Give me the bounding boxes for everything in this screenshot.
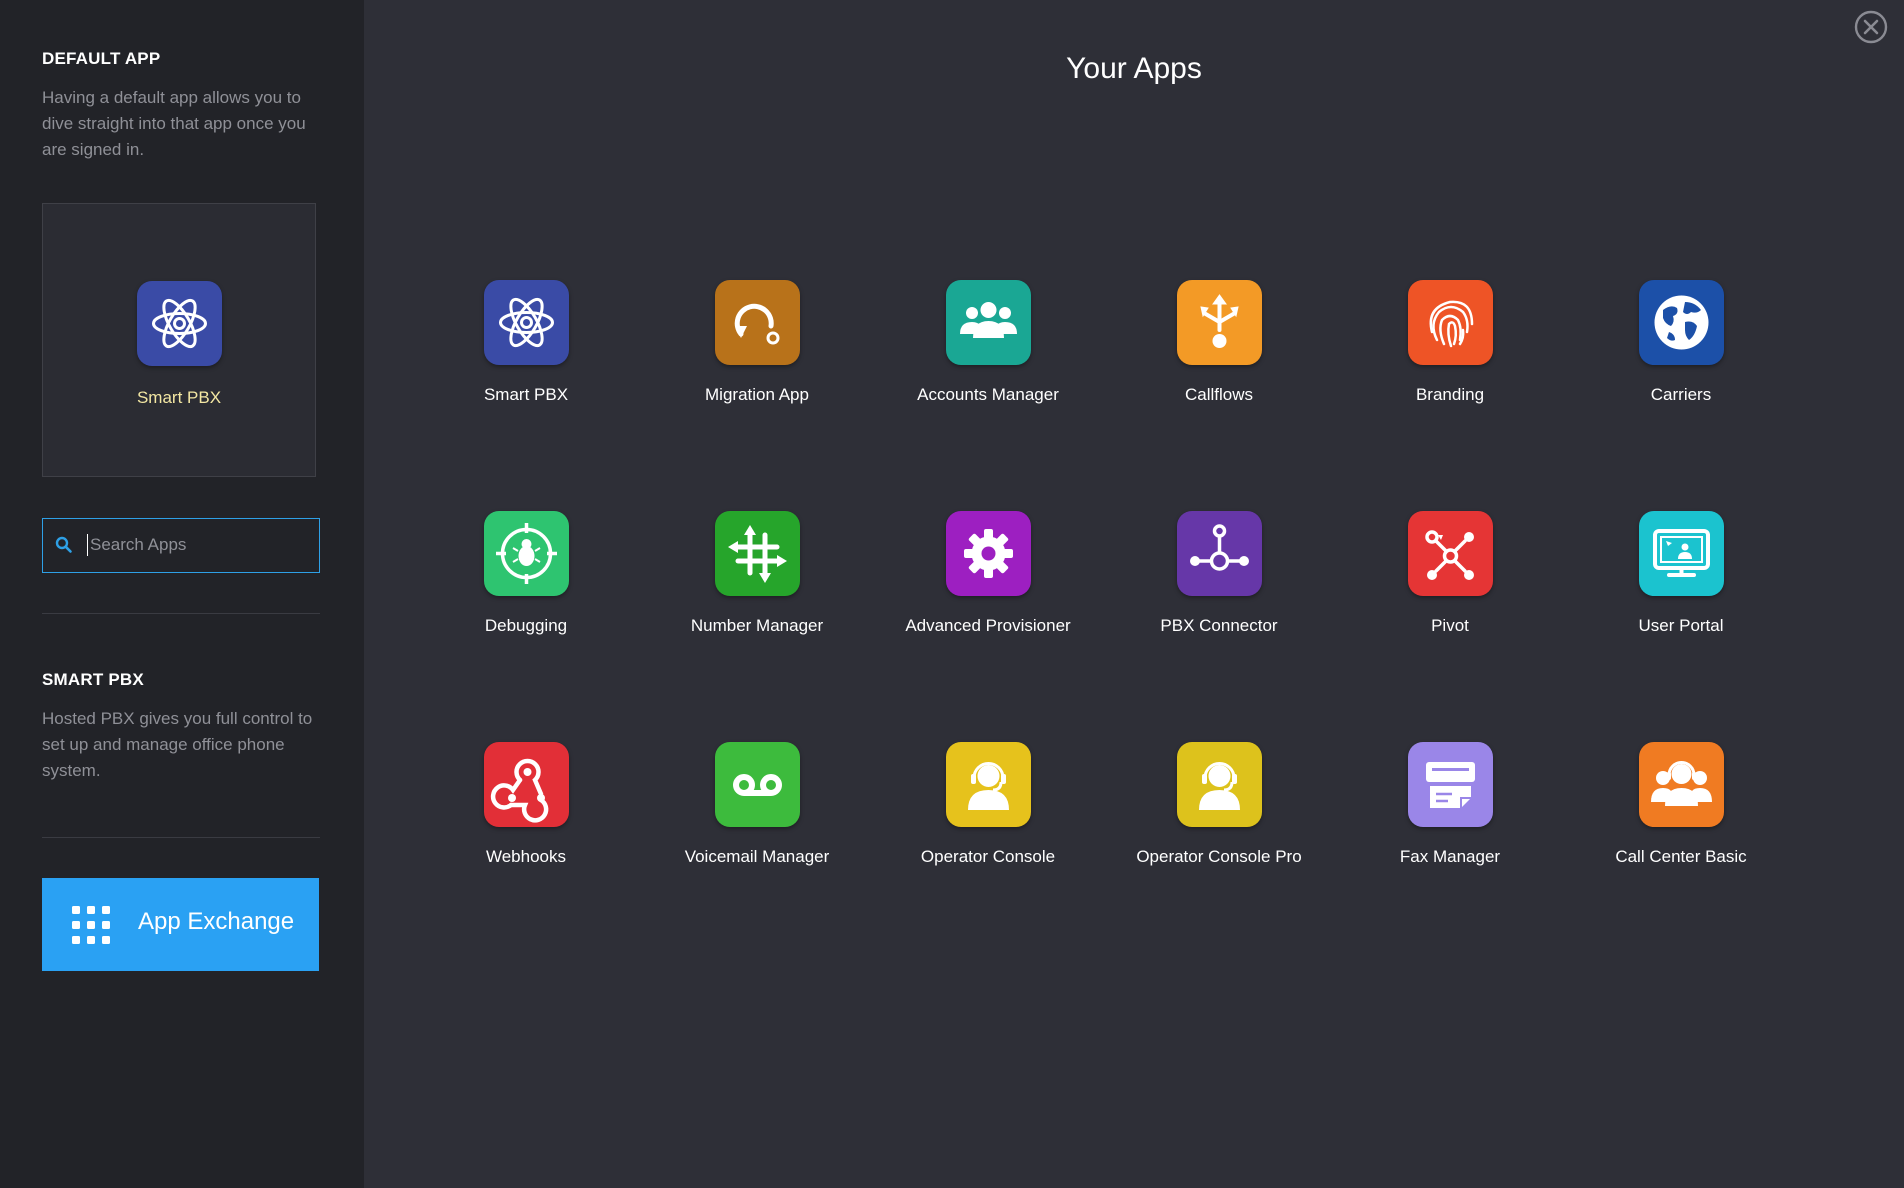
app-icon [484,742,569,827]
voicemail-icon [733,774,782,796]
close-icon [1854,10,1888,44]
app-icon [715,280,800,365]
atom-icon [499,297,554,348]
default-app-box[interactable]: Smart PBX [42,203,316,477]
users-icon [960,302,1017,338]
app-label: Pivot [1431,616,1469,635]
app-tile-branding[interactable]: Branding [1350,280,1550,430]
default-app-description: Having a default app allows you to dive … [42,88,306,159]
search-icon [55,536,72,553]
app-icon [1408,280,1493,365]
callcenter-icon [1651,761,1712,806]
app-label: Voicemail Manager [684,847,830,866]
close-button[interactable] [1854,10,1888,44]
app-icon [1639,742,1724,827]
app-info-heading: SMART PBX [42,670,144,689]
webhooks-icon [490,758,549,823]
app-label: Debugging [484,616,568,635]
app-tile-webhooks[interactable]: Webhooks [426,742,626,892]
operator-icon [1199,762,1240,810]
portal-icon [1653,529,1710,577]
app-icon [484,280,569,365]
app-label: Migration App [705,385,809,404]
app-icon [1177,742,1262,827]
app-label: Callflows [1184,385,1254,404]
app-exchange-button[interactable]: App Exchange [42,878,319,971]
app-icon [1639,280,1724,365]
app-icon [1177,280,1262,365]
grid-icon [72,906,110,944]
app-label: Operator Console [920,847,1056,866]
app-icon [1639,511,1724,596]
default-app-icon [137,281,222,366]
app-icon [1408,742,1493,827]
hash-icon [728,525,787,583]
callflow-icon [1200,294,1239,348]
app-label: User Portal [1638,616,1724,635]
app-tile-operator-console[interactable]: Operator Console [888,742,1088,892]
search-input[interactable] [87,534,312,556]
app-icon [715,742,800,827]
app-tile-user-portal[interactable]: User Portal [1581,511,1781,661]
app-tile-accounts-manager[interactable]: Accounts Manager [888,280,1088,430]
app-tile-advanced-provisioner[interactable]: Advanced Provisioner [888,511,1088,661]
app-label: Webhooks [485,847,566,866]
connector-icon [1190,524,1249,571]
bug-target-icon [496,523,557,584]
pivot-icon [1425,530,1474,580]
app-label: Carriers [1650,385,1712,404]
app-label: PBX Connector [1160,616,1278,635]
operator-icon [968,762,1009,810]
app-label: Operator Console Pro [1136,847,1302,866]
app-label: Accounts Manager [917,385,1059,404]
app-tile-fax-manager[interactable]: Fax Manager [1350,742,1550,892]
sidebar-divider [42,837,320,838]
app-label: Smart PBX [483,385,569,404]
app-label: Call Center Basic [1615,847,1747,866]
app-label: Branding [1415,385,1485,404]
migration-icon [734,303,780,345]
app-icon [946,280,1031,365]
app-tile-migration-app[interactable]: Migration App [657,280,857,430]
app-tile-smart-pbx[interactable]: Smart PBX [426,280,626,430]
app-tile-operator-console-pro[interactable]: Operator Console Pro [1119,742,1319,892]
atom-icon [152,298,207,349]
sidebar: DEFAULT APP Having a default app allows … [0,0,364,1188]
app-label: Fax Manager [1399,847,1501,866]
app-icon [946,511,1031,596]
app-icon [1408,511,1493,596]
sidebar-divider [42,613,320,614]
search-box [42,518,320,573]
app-label: Advanced Provisioner [905,616,1071,635]
app-icon [715,511,800,596]
app-tile-voicemail-manager[interactable]: Voicemail Manager [657,742,857,892]
app-tile-call-center-basic[interactable]: Call Center Basic [1581,742,1781,892]
fax-icon [1426,762,1475,808]
app-icon [1177,511,1262,596]
app-tile-carriers[interactable]: Carriers [1581,280,1781,430]
app-tile-pivot[interactable]: Pivot [1350,511,1550,661]
default-app-label: Smart PBX [136,388,222,407]
app-info-description: Hosted PBX gives you full control to set… [42,709,313,780]
app-icon [946,742,1031,827]
app-tile-debugging[interactable]: Debugging [426,511,626,661]
globe-icon [1654,295,1709,350]
app-tile-pbx-connector[interactable]: PBX Connector [1119,511,1319,661]
app-exchange-label: App Exchange [138,908,295,935]
default-app-heading: DEFAULT APP [42,49,161,68]
app-tile-number-manager[interactable]: Number Manager [657,511,857,661]
app-tile-callflows[interactable]: Callflows [1119,280,1319,430]
app-label: Number Manager [690,616,824,635]
fingerprint-icon [1429,300,1474,348]
gear-icon [964,529,1013,578]
app-icon [484,511,569,596]
page-title: Your Apps [1066,52,1202,85]
